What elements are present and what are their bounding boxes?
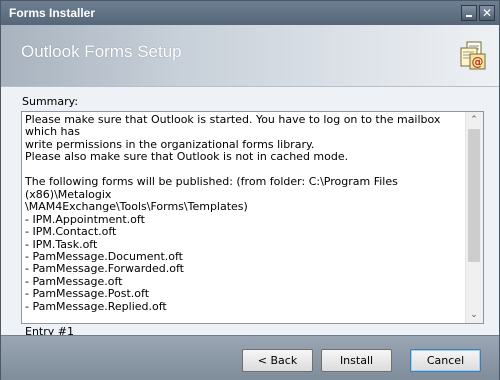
installer-window: Forms Installer ✕ Outlook Forms Setup @ … bbox=[0, 0, 500, 380]
scroll-thumb[interactable] bbox=[468, 129, 480, 262]
wizard-header: Outlook Forms Setup @ bbox=[1, 25, 499, 87]
close-icon: ✕ bbox=[482, 6, 493, 20]
back-button[interactable]: < Back bbox=[242, 349, 313, 372]
summary-textbox[interactable]: Please make sure that Outlook is started… bbox=[21, 111, 484, 337]
button-bar: < Back Install Cancel bbox=[1, 335, 499, 380]
summary-text: Please make sure that Outlook is started… bbox=[25, 113, 441, 338]
install-button[interactable]: Install bbox=[321, 349, 392, 372]
scroll-up-icon[interactable]: ⌃ bbox=[469, 115, 479, 125]
summary-label: Summary: bbox=[22, 95, 79, 108]
page-title: Outlook Forms Setup bbox=[21, 42, 182, 61]
svg-text:@: @ bbox=[472, 55, 484, 69]
outlook-forms-icon: @ bbox=[460, 41, 486, 70]
scroll-down-icon[interactable]: ⌄ bbox=[469, 310, 479, 320]
close-button[interactable]: ✕ bbox=[479, 5, 495, 21]
title-bar[interactable]: Forms Installer ✕ bbox=[1, 1, 499, 25]
cancel-button[interactable]: Cancel bbox=[410, 349, 481, 372]
minimize-button[interactable] bbox=[461, 5, 477, 21]
vertical-scrollbar[interactable]: ⌃ ⌄ bbox=[465, 112, 483, 323]
window-title: Forms Installer bbox=[9, 6, 96, 20]
